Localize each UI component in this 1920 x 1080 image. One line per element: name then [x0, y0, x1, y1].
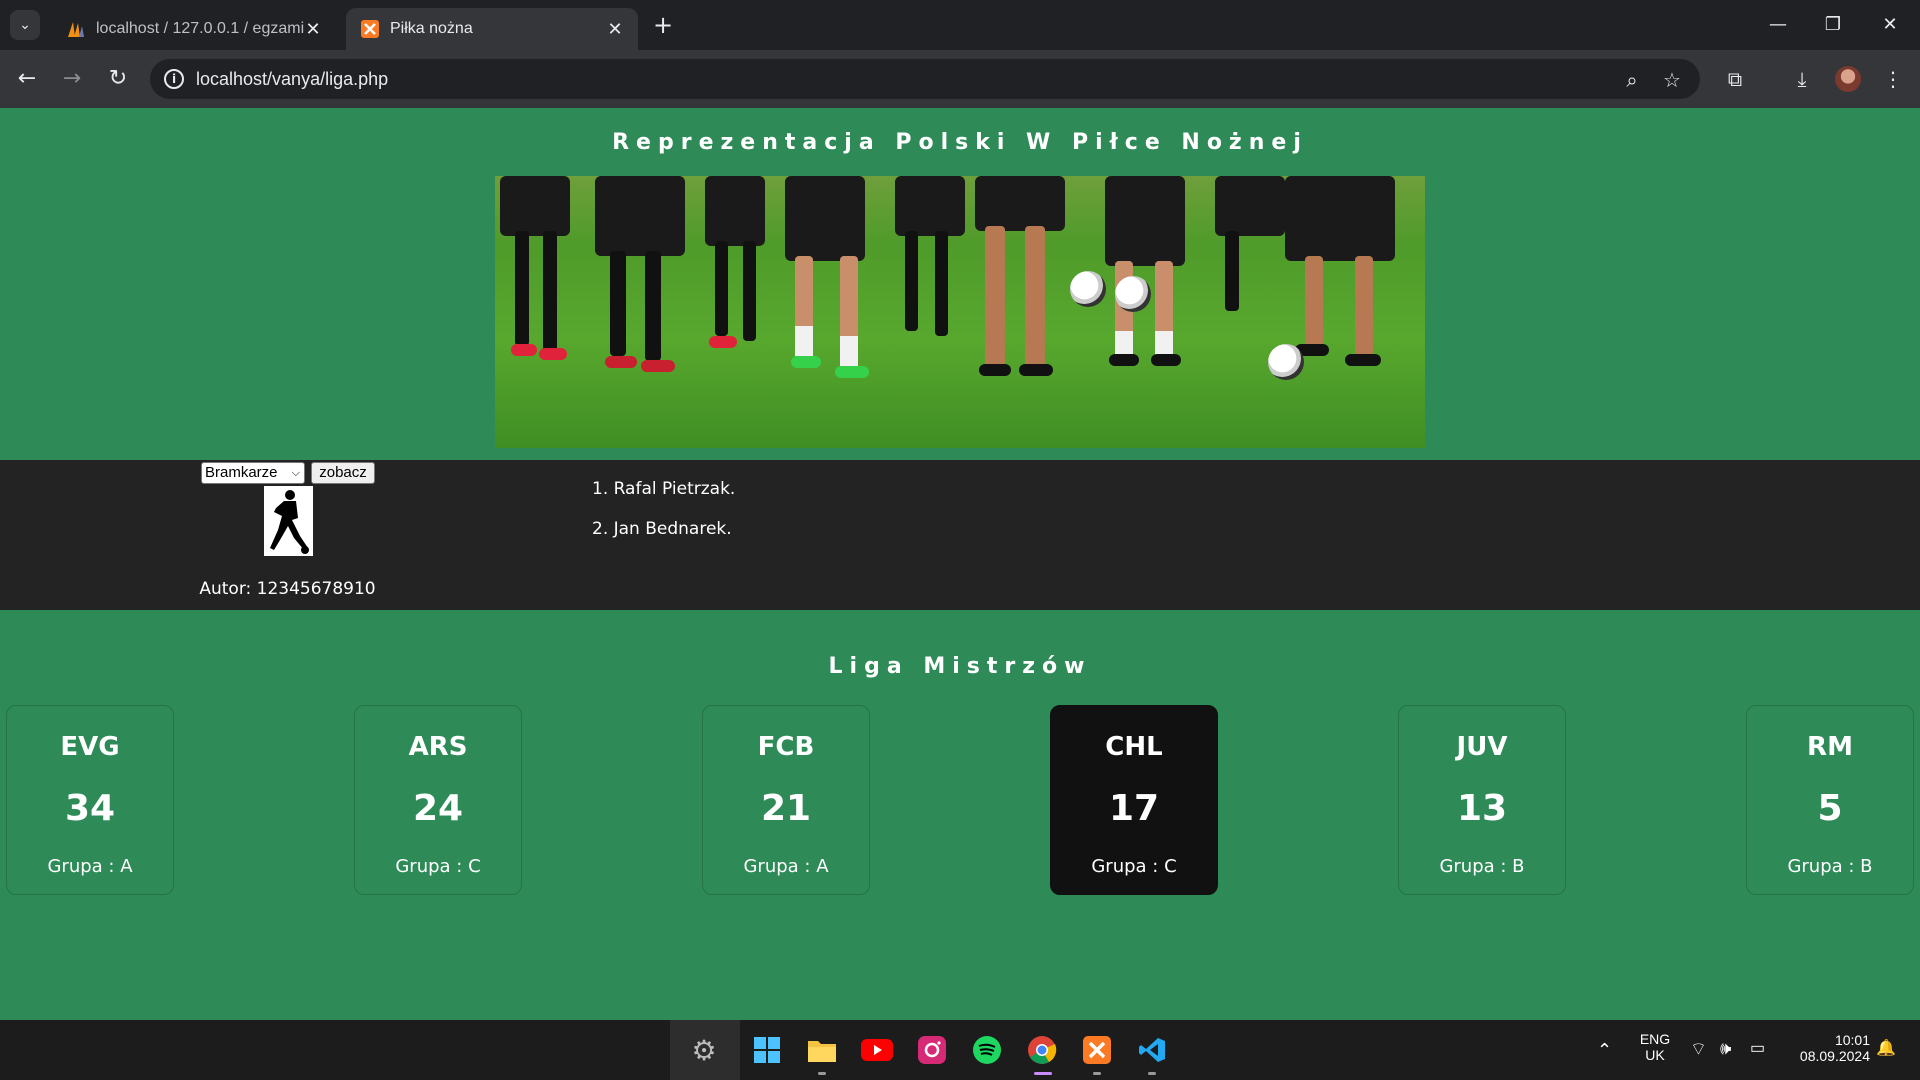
team-group: Grupa : A	[743, 856, 829, 877]
team-points: 5	[1817, 788, 1843, 829]
lang-text: ENG	[1639, 1031, 1671, 1047]
team-points: 21	[760, 788, 812, 829]
forward-icon[interactable]: →	[57, 64, 87, 94]
liga-title: Liga Mistrzów	[828, 654, 1092, 679]
spotify-icon[interactable]	[971, 1034, 1003, 1066]
team-card-rm: RM 5 Grupa : B	[1746, 705, 1914, 895]
page-title: Reprezentacja Polski W Piłce Nożnej	[612, 130, 1308, 155]
settings-gear-icon[interactable]: ⚙	[688, 1034, 720, 1067]
wifi-icon[interactable]: ⌔	[1690, 1038, 1707, 1061]
team-group: Grupa : C	[1091, 856, 1177, 877]
youtube-icon[interactable]	[861, 1034, 893, 1066]
team-group: Grupa : B	[1439, 856, 1525, 877]
minimize-icon[interactable]: —	[1758, 10, 1798, 40]
close-window-icon[interactable]: ✕	[1870, 10, 1910, 40]
zobacz-button[interactable]: zobacz	[311, 462, 375, 484]
clock[interactable]: 10:01 08.09.2024	[1790, 1032, 1870, 1064]
team-card-chl: CHL 17 Grupa : C	[1050, 705, 1218, 895]
team-code: EVG	[60, 732, 120, 762]
team-points: 17	[1108, 788, 1160, 829]
url-text[interactable]: localhost/vanya/liga.php	[196, 59, 388, 99]
team-points: 34	[64, 788, 116, 829]
tab-search-button[interactable]: ⌄	[10, 10, 40, 40]
team-card-juv: JUV 13 Grupa : B	[1398, 705, 1566, 895]
team-code: RM	[1807, 732, 1853, 762]
xampp-icon	[360, 19, 380, 39]
zoom-icon[interactable]: ⌕	[1620, 68, 1644, 92]
menu-icon[interactable]: ⋮	[1878, 64, 1908, 94]
chrome-icon[interactable]	[1026, 1034, 1058, 1066]
tab-title: Piłka nożna	[390, 20, 473, 37]
list-item: 1. Rafal Pietrzak.	[592, 479, 736, 499]
back-icon[interactable]: ←	[12, 64, 42, 94]
team-points: 24	[412, 788, 464, 829]
instagram-icon[interactable]	[916, 1034, 948, 1066]
layout-text: UK	[1645, 1047, 1665, 1063]
notification-bell-icon[interactable]: 🔔	[1876, 1038, 1896, 1058]
volume-icon[interactable]: 🕪	[1720, 1038, 1731, 1059]
download-icon[interactable]: ⤓	[1787, 64, 1817, 94]
date-text: 08.09.2024	[1799, 1048, 1870, 1064]
restore-icon[interactable]: ❐	[1813, 10, 1853, 40]
team-code: JUV	[1456, 732, 1508, 762]
team-code: ARS	[408, 732, 468, 762]
players-list: 1. Rafal Pietrzak. 2. Jan Bednarek.	[592, 469, 735, 549]
browser-toolbar: ← → ↻ i localhost/vanya/liga.php ⌕ ☆ ⧉ ⤓…	[0, 50, 1920, 108]
extensions-icon[interactable]: ⧉	[1720, 64, 1750, 94]
team-group: Grupa : B	[1787, 856, 1873, 877]
vscode-icon[interactable]	[1136, 1034, 1168, 1066]
language-indicator[interactable]: ENG UK	[1630, 1031, 1680, 1063]
tab-pilka-nozna[interactable]: Piłka nożna ✕	[346, 8, 638, 50]
site-info-icon[interactable]: i	[164, 69, 184, 89]
position-select[interactable]: Bramkarze ⌵	[201, 462, 305, 484]
hero-image	[495, 176, 1425, 448]
tab-phpmyadmin[interactable]: localhost / 127.0.0.1 / egzamin | ✕	[52, 8, 336, 50]
team-points: 13	[1456, 788, 1508, 829]
tab-bar: ⌄ localhost / 127.0.0.1 / egzamin | ✕ Pi…	[0, 0, 1920, 50]
team-group: Grupa : A	[47, 856, 133, 877]
tab-title: localhost / 127.0.0.1 / egzamin |	[96, 20, 304, 37]
running-indicator	[818, 1072, 826, 1075]
team-code: FCB	[757, 732, 815, 762]
address-bar[interactable]: i localhost/vanya/liga.php ⌕ ☆	[150, 59, 1700, 99]
new-tab-button[interactable]: +	[650, 12, 676, 38]
battery-icon[interactable]: ▭	[1750, 1038, 1765, 1058]
chevron-up-icon[interactable]: ⌃	[1597, 1040, 1612, 1061]
team-group: Grupa : C	[395, 856, 481, 877]
bookmark-star-icon[interactable]: ☆	[1660, 68, 1684, 92]
running-indicator	[1093, 1072, 1101, 1075]
phpmyadmin-icon	[66, 19, 86, 39]
reload-icon[interactable]: ↻	[103, 64, 133, 94]
position-select-value: Bramkarze	[205, 464, 278, 481]
taskbar: ⚙ ⌃ ENG UK ⌔ 🕪 ▭ 10:01 08.09.2024 🔔	[0, 1020, 1920, 1080]
time-text: 10:01	[1834, 1032, 1870, 1048]
chevron-down-icon: ⌵	[291, 467, 300, 479]
xampp-taskbar-icon[interactable]	[1081, 1034, 1113, 1066]
list-item: 2. Jan Bednarek.	[592, 519, 732, 539]
author-text: Autor: 12345678910	[199, 579, 376, 599]
close-icon[interactable]: ✕	[606, 19, 624, 40]
team-code: CHL	[1105, 732, 1163, 762]
team-card-ars: ARS 24 Grupa : C	[354, 705, 522, 895]
file-explorer-icon[interactable]	[806, 1034, 838, 1066]
team-card-fcb: FCB 21 Grupa : A	[702, 705, 870, 895]
player-silhouette-image	[264, 486, 313, 556]
running-indicator	[1148, 1072, 1156, 1075]
active-indicator	[1034, 1072, 1052, 1075]
profile-avatar[interactable]	[1835, 66, 1861, 92]
close-icon[interactable]: ✕	[304, 19, 322, 40]
windows-start-icon[interactable]	[751, 1034, 783, 1066]
team-card-evg: EVG 34 Grupa : A	[6, 705, 174, 895]
